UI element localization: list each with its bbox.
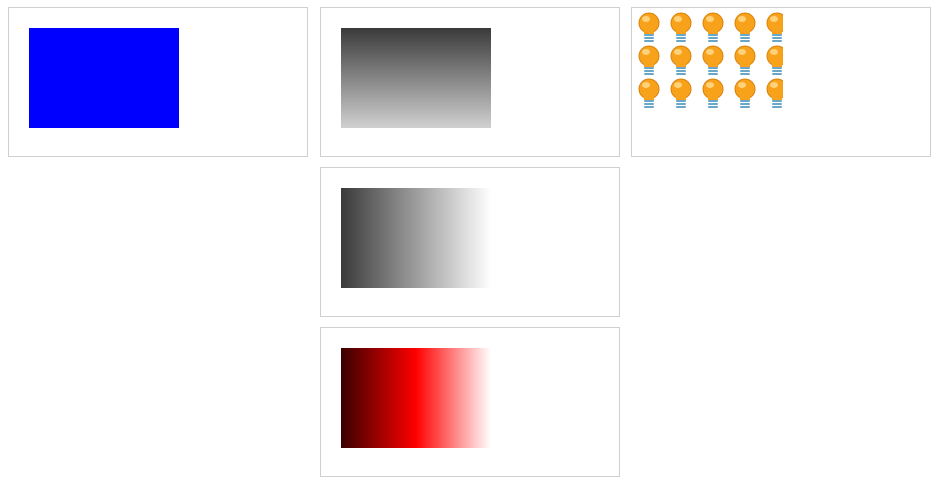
lightbulb-icon xyxy=(670,12,692,42)
bulb-pattern-rectangle xyxy=(633,9,783,109)
lightbulb-icon-grid xyxy=(638,12,783,108)
lightbulb-icon xyxy=(638,78,660,108)
lightbulb-icon xyxy=(670,78,692,108)
lightbulb-icon xyxy=(638,45,660,75)
vertical-gray-gradient-panel xyxy=(320,7,620,157)
lightbulb-icon xyxy=(702,78,724,108)
tiled-bulb-pattern-panel xyxy=(631,7,931,157)
lightbulb-icon xyxy=(670,45,692,75)
solid-blue-rectangle xyxy=(29,28,179,128)
lightbulb-icon xyxy=(734,45,756,75)
lightbulb-icon xyxy=(702,12,724,42)
lightbulb-icon xyxy=(734,78,756,108)
lightbulb-icon xyxy=(638,12,660,42)
solid-fill-panel xyxy=(8,7,308,157)
horizontal-gray-gradient-rectangle xyxy=(341,188,491,288)
lightbulb-icon xyxy=(702,45,724,75)
horizontal-red-gradient-rectangle xyxy=(341,348,491,448)
vertical-gray-gradient-rectangle xyxy=(341,28,491,128)
lightbulb-icon xyxy=(766,78,783,108)
lightbulb-icon xyxy=(734,12,756,42)
horizontal-gray-gradient-panel xyxy=(320,167,620,317)
lightbulb-icon xyxy=(766,12,783,42)
horizontal-red-gradient-panel xyxy=(320,327,620,477)
lightbulb-icon xyxy=(766,45,783,75)
